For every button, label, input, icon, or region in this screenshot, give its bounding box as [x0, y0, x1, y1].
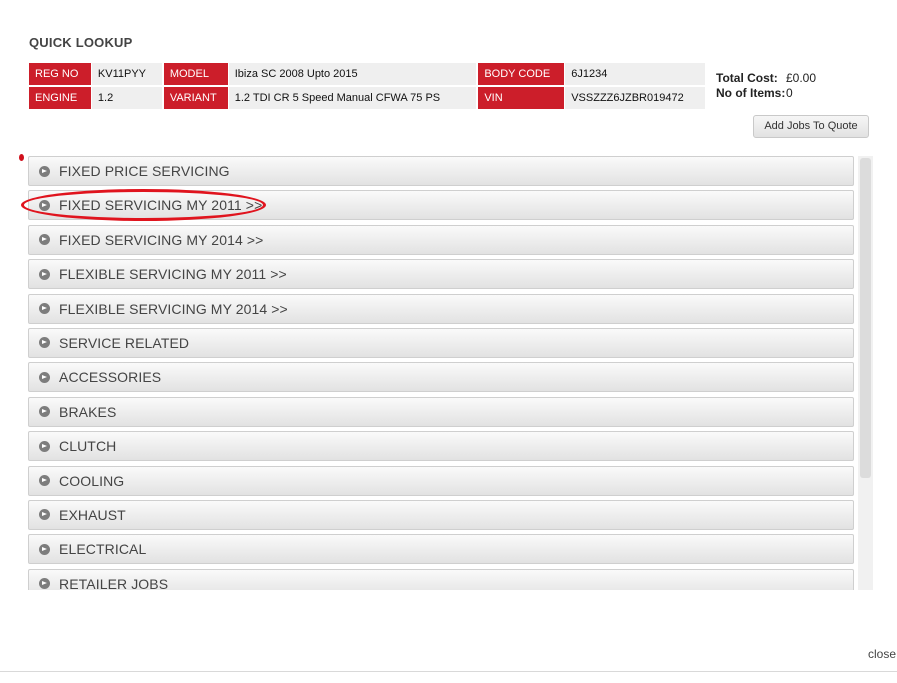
- vin-label: VIN: [478, 87, 565, 109]
- scrollbar-thumb[interactable]: [860, 158, 871, 478]
- page-title: QUICK LOOKUP: [29, 35, 133, 50]
- arrow-circle-right-icon: [39, 303, 50, 315]
- category-label: ELECTRICAL: [59, 541, 147, 558]
- category-label: COOLING: [59, 472, 125, 489]
- category-item[interactable]: ELECTRICAL: [28, 534, 854, 565]
- vehicle-info-row-2: ENGINE 1.2 VARIANT 1.2 TDI CR 5 Speed Ma…: [29, 87, 705, 109]
- engine-label: ENGINE: [29, 87, 91, 109]
- category-label: SERVICE RELATED: [59, 334, 190, 351]
- category-list-scrollbar[interactable]: [858, 156, 873, 590]
- category-label: RETAILER JOBS: [59, 575, 169, 590]
- category-item[interactable]: COOLING: [28, 465, 854, 496]
- red-marker-dot: [19, 154, 24, 161]
- category-item[interactable]: FIXED SERVICING MY 2014 >>: [28, 224, 854, 255]
- total-cost-row: Total Cost: £0.00: [716, 71, 816, 86]
- arrow-circle-right-icon: [39, 234, 50, 246]
- engine-value: 1.2: [91, 87, 162, 109]
- arrow-circle-right-icon: [39, 268, 50, 280]
- category-item[interactable]: FIXED PRICE SERVICING: [28, 156, 854, 186]
- model-value: Ibiza SC 2008 Upto 2015: [228, 63, 477, 85]
- category-item[interactable]: FIXED SERVICING MY 2011 >>: [28, 190, 854, 221]
- category-label: FIXED PRICE SERVICING: [59, 163, 230, 179]
- variant-label: VARIANT: [163, 87, 228, 109]
- category-label: ACCESSORIES: [59, 369, 162, 386]
- category-item[interactable]: RETAILER JOBS: [28, 568, 854, 590]
- category-item[interactable]: FLEXIBLE SERVICING MY 2011 >>: [28, 259, 854, 290]
- category-label: FIXED SERVICING MY 2014 >>: [59, 231, 264, 248]
- items-count-value: 0: [786, 86, 793, 100]
- category-item[interactable]: ACCESSORIES: [28, 362, 854, 393]
- arrow-circle-right-icon: [39, 165, 50, 177]
- body-code-label: BODY CODE: [478, 63, 565, 85]
- vehicle-info-row-1: REG NO KV11PYY MODEL Ibiza SC 2008 Upto …: [29, 63, 705, 85]
- category-item[interactable]: SERVICE RELATED: [28, 327, 854, 358]
- category-label: FIXED SERVICING MY 2011 >>: [59, 197, 263, 214]
- category-label: EXHAUST: [59, 506, 126, 523]
- arrow-circle-right-icon: [39, 509, 50, 521]
- category-list: FIXED PRICE SERVICING FIXED SERVICING MY …: [28, 156, 854, 590]
- category-item[interactable]: FLEXIBLE SERVICING MY 2014 >>: [28, 293, 854, 324]
- arrow-circle-right-icon: [39, 199, 50, 211]
- body-code-value: 6J1234: [565, 63, 705, 85]
- arrow-circle-right-icon: [39, 406, 50, 418]
- category-label: BRAKES: [59, 403, 117, 420]
- arrow-circle-right-icon: [39, 578, 50, 590]
- category-label: FLEXIBLE SERVICING MY 2011 >>: [59, 266, 287, 283]
- variant-value: 1.2 TDI CR 5 Speed Manual CFWA 75 PS: [228, 87, 477, 109]
- add-jobs-to-quote-button[interactable]: Add Jobs To Quote: [753, 115, 869, 138]
- category-list-viewport[interactable]: FIXED PRICE SERVICING FIXED SERVICING MY …: [28, 156, 873, 590]
- arrow-circle-right-icon: [39, 440, 50, 452]
- reg-no-label: REG NO: [29, 63, 91, 85]
- total-cost-label: Total Cost:: [716, 71, 778, 85]
- reg-no-value: KV11PYY: [91, 63, 162, 85]
- category-label: CLUTCH: [59, 438, 117, 455]
- close-link[interactable]: close: [868, 647, 896, 661]
- totals-panel: Total Cost: £0.00 No of Items: 0: [716, 71, 816, 101]
- footer-divider: [0, 671, 897, 672]
- category-item[interactable]: CLUTCH: [28, 431, 854, 462]
- arrow-circle-right-icon: [39, 543, 50, 555]
- category-item[interactable]: BRAKES: [28, 396, 854, 427]
- vehicle-info-table: REG NO KV11PYY MODEL Ibiza SC 2008 Upto …: [29, 63, 705, 111]
- arrow-circle-right-icon: [39, 371, 50, 383]
- model-label: MODEL: [163, 63, 228, 85]
- items-count-row: No of Items: 0: [716, 86, 816, 101]
- items-count-label: No of Items:: [716, 86, 786, 100]
- arrow-circle-right-icon: [39, 475, 50, 487]
- arrow-circle-right-icon: [39, 337, 50, 349]
- category-item[interactable]: EXHAUST: [28, 499, 854, 530]
- vin-value: VSSZZZ6JZBR019472: [565, 87, 705, 109]
- category-label: FLEXIBLE SERVICING MY 2014 >>: [59, 300, 288, 317]
- total-cost-value: £0.00: [786, 71, 817, 85]
